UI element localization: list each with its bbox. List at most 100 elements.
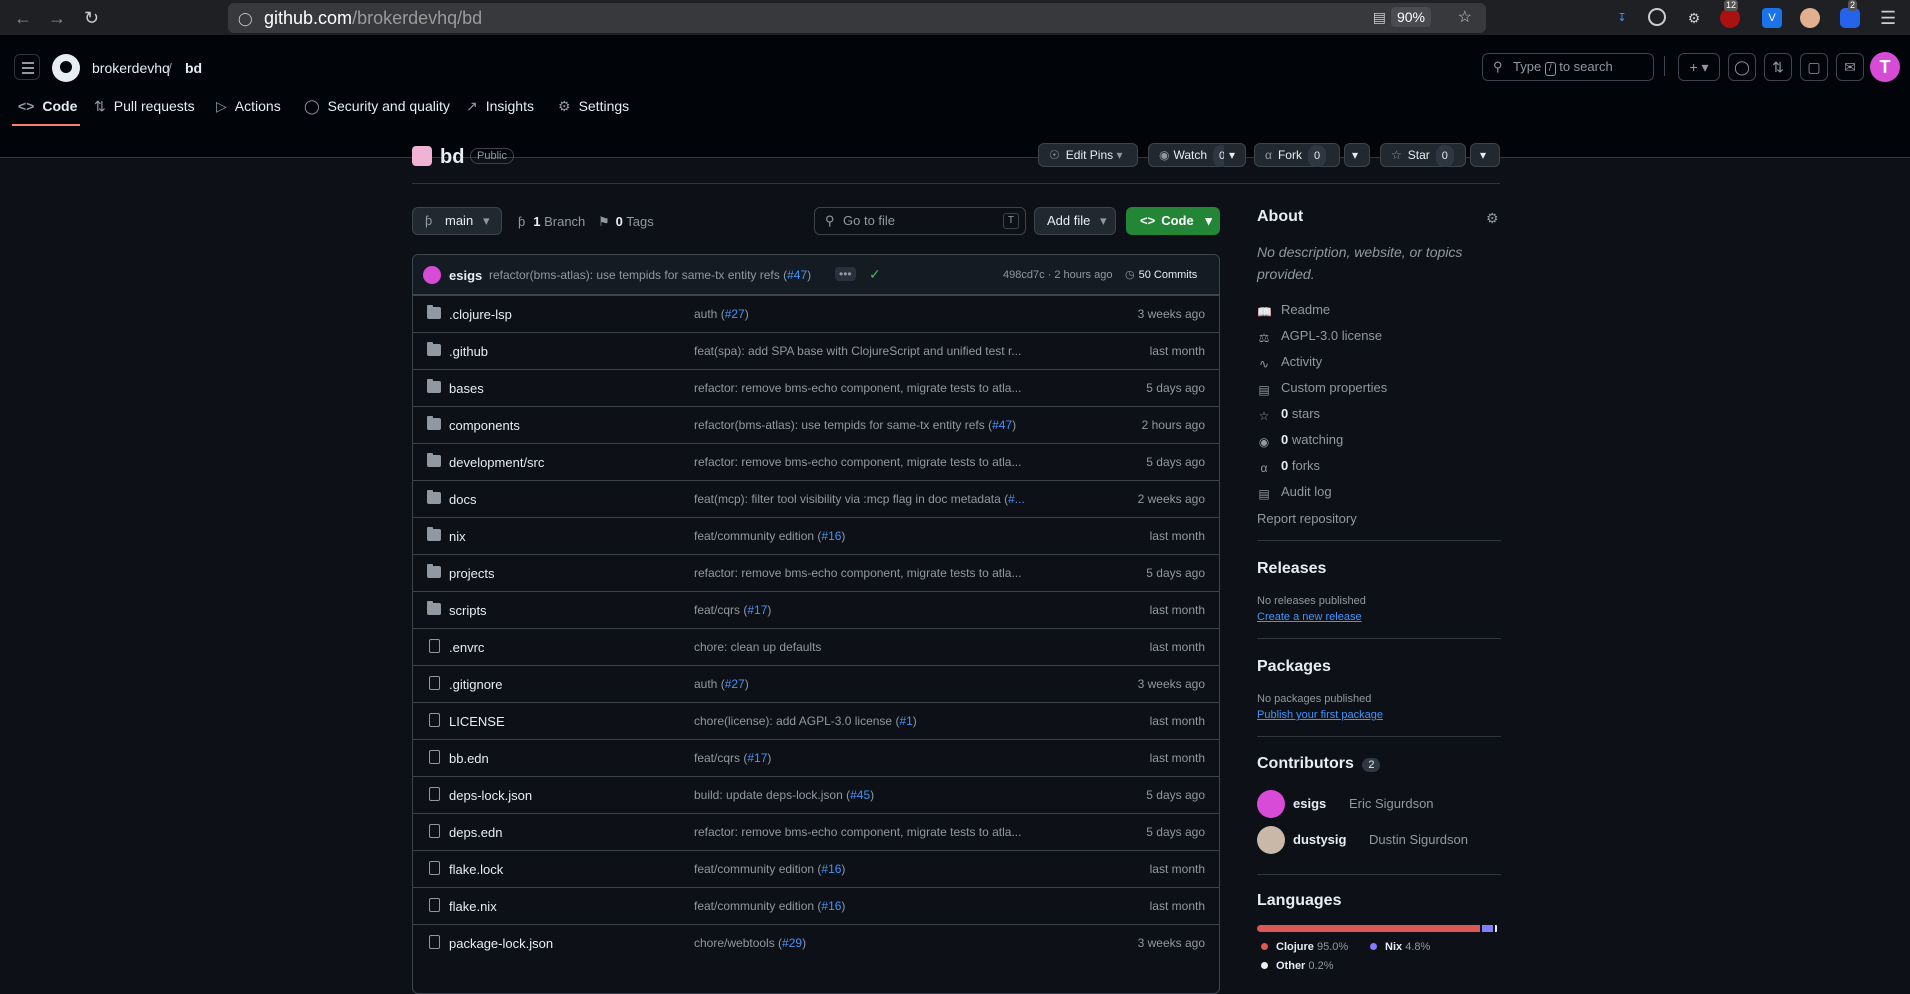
create-release-link[interactable]: Create a new release: [1257, 611, 1362, 623]
table-row[interactable]: docs feat(mcp): filter tool visibility vi…: [413, 480, 1219, 517]
commit-author[interactable]: esigs: [449, 268, 482, 283]
file-name[interactable]: docs: [449, 492, 476, 507]
bitwarden-icon[interactable]: 2: [1840, 0, 1860, 28]
table-row[interactable]: projects refactor: remove bms-echo compon…: [413, 554, 1219, 591]
tab-actions[interactable]: ▷ Actions: [216, 98, 281, 115]
table-row[interactable]: flake.lock feat/community edition (#16) la…: [413, 850, 1219, 887]
file-name[interactable]: deps-lock.json: [449, 788, 532, 803]
menu-icon[interactable]: ☰: [1880, 8, 1896, 29]
report-repository-link[interactable]: Report repository: [1257, 511, 1357, 526]
file-name[interactable]: bases: [449, 381, 484, 396]
packages-heading[interactable]: Packages: [1257, 658, 1331, 676]
reader-mode-icon[interactable]: ▤: [1373, 9, 1386, 26]
table-row[interactable]: nix feat/community edition (#16) last mont…: [413, 517, 1219, 554]
github-logo-icon[interactable]: [52, 54, 80, 82]
contributor-username[interactable]: dustysig: [1293, 832, 1346, 847]
commit-expand-button[interactable]: •••: [835, 267, 856, 281]
file-commit-message[interactable]: chore: clean up defaults: [694, 640, 1040, 654]
face-extension-icon[interactable]: [1800, 8, 1820, 28]
file-commit-message[interactable]: refactor: remove bms-echo component, mig…: [694, 825, 1040, 839]
language-clojure[interactable]: Clojure 95.0%: [1261, 941, 1348, 953]
table-row[interactable]: package-lock.json chore/webtools (#29) 3 w…: [413, 924, 1219, 961]
table-row[interactable]: flake.nix feat/community edition (#16) las…: [413, 887, 1219, 924]
table-row[interactable]: deps-lock.json build: update deps-lock.js…: [413, 776, 1219, 813]
repositories-icon[interactable]: ▢: [1800, 53, 1828, 81]
create-new-button[interactable]: + ▾: [1678, 53, 1720, 81]
tab-code[interactable]: <> Code: [18, 98, 77, 114]
language-other[interactable]: Other 0.2%: [1261, 960, 1333, 972]
tab-pull-requests[interactable]: ⇅ Pull requests: [94, 98, 195, 115]
file-name[interactable]: .clojure-lsp: [449, 307, 512, 322]
table-row[interactable]: .envrc chore: clean up defaults last month: [413, 628, 1219, 665]
pull-requests-icon[interactable]: ⇅: [1764, 53, 1792, 81]
language-nix[interactable]: Nix 4.8%: [1370, 941, 1430, 953]
fork-button[interactable]: α Fork 0: [1254, 143, 1340, 167]
table-row[interactable]: .github feat(spa): add SPA base with Cloj…: [413, 332, 1219, 369]
table-row[interactable]: .clojure-lsp auth (#27) 3 weeks ago: [413, 295, 1219, 332]
file-commit-message[interactable]: refactor: remove bms-echo component, mig…: [694, 566, 1040, 580]
bookmark-star-icon[interactable]: ☆: [1458, 7, 1472, 27]
file-commit-message[interactable]: feat/community edition (#16): [694, 899, 1040, 913]
file-commit-message[interactable]: feat(mcp): filter tool visibility via :m…: [694, 492, 1040, 506]
file-commit-message[interactable]: feat/community edition (#16): [694, 529, 1040, 543]
stars-link[interactable]: ☆ 0 stars: [1257, 406, 1320, 423]
table-row[interactable]: .gitignore auth (#27) 3 weeks ago: [413, 665, 1219, 702]
file-name[interactable]: flake.lock: [449, 862, 503, 877]
forward-icon[interactable]: →: [48, 8, 66, 29]
user-avatar[interactable]: T: [1870, 52, 1900, 82]
zoom-level[interactable]: 90%: [1390, 7, 1431, 27]
file-commit-message[interactable]: auth (#27): [694, 677, 1040, 691]
gear-icon[interactable]: ⚙: [1486, 210, 1499, 227]
file-name[interactable]: development/src: [449, 455, 544, 470]
check-icon[interactable]: ✓: [869, 266, 881, 283]
file-commit-message[interactable]: auth (#27): [694, 307, 1040, 321]
vimium-icon[interactable]: V: [1762, 8, 1782, 28]
commit-author-avatar[interactable]: [423, 266, 441, 284]
ublock-icon[interactable]: 12: [1720, 0, 1740, 28]
table-row[interactable]: bases refactor: remove bms-echo component…: [413, 369, 1219, 406]
table-row[interactable]: development/src refactor: remove bms-echo…: [413, 443, 1219, 480]
contributor-avatar[interactable]: [1257, 826, 1285, 854]
readme-link[interactable]: 📖 Readme: [1257, 302, 1330, 319]
file-commit-message[interactable]: feat/cqrs (#17): [694, 751, 1040, 765]
commit-message[interactable]: refactor(bms-atlas): use tempids for sam…: [489, 268, 811, 282]
commits-link[interactable]: ◷ 50 Commits: [1125, 268, 1197, 281]
branches-link[interactable]: ƥ1 Branch: [518, 214, 585, 229]
go-to-file-input[interactable]: ⚲ Go to file T: [814, 207, 1026, 235]
file-name[interactable]: components: [449, 418, 520, 433]
watching-link[interactable]: ◉ 0 watching: [1257, 432, 1343, 449]
file-name[interactable]: .github: [449, 344, 488, 359]
watch-dropdown-button[interactable]: ▾: [1224, 143, 1246, 167]
file-name[interactable]: flake.nix: [449, 899, 497, 914]
custom-properties-link[interactable]: ▤ Custom properties: [1257, 380, 1387, 397]
file-name[interactable]: scripts: [449, 603, 487, 618]
file-name[interactable]: LICENSE: [449, 714, 505, 729]
file-name[interactable]: projects: [449, 566, 495, 581]
back-icon[interactable]: ←: [14, 8, 32, 29]
repo-title[interactable]: bd: [440, 146, 464, 169]
address-bar[interactable]: ◯ github.com/brokerdevhq/bd ▤ 90% ☆: [228, 3, 1486, 33]
file-name[interactable]: nix: [449, 529, 466, 544]
edit-pins-button[interactable]: ☉ Edit Pins ▾: [1038, 143, 1138, 167]
tab-security[interactable]: ◯ Security and quality: [304, 98, 450, 115]
star-button[interactable]: ☆ Star 0: [1380, 143, 1466, 167]
breadcrumb-repo[interactable]: bd: [185, 60, 202, 76]
branch-selector[interactable]: ƥ main ▾: [412, 207, 502, 235]
search-input[interactable]: ⚲ Type / to search: [1482, 53, 1654, 81]
table-row[interactable]: LICENSE chore(license): add AGPL-3.0 lice…: [413, 702, 1219, 739]
file-name[interactable]: package-lock.json: [449, 936, 553, 951]
hamburger-menu-button[interactable]: [14, 54, 40, 80]
table-row[interactable]: bb.edn feat/cqrs (#17) last month: [413, 739, 1219, 776]
file-name[interactable]: deps.edn: [449, 825, 503, 840]
file-commit-message[interactable]: chore(license): add AGPL-3.0 license (#1…: [694, 714, 1040, 728]
activity-link[interactable]: ∿ Activity: [1257, 354, 1322, 371]
table-row[interactable]: scripts feat/cqrs (#17) last month: [413, 591, 1219, 628]
table-row[interactable]: components refactor(bms-atlas): use tempi…: [413, 406, 1219, 443]
tab-settings[interactable]: ⚙ Settings: [558, 98, 629, 115]
commit-hash[interactable]: 498cd7c · 2 hours ago: [1003, 269, 1112, 281]
file-commit-message[interactable]: feat/community edition (#16): [694, 862, 1040, 876]
issues-icon[interactable]: ◯: [1728, 53, 1756, 81]
file-name[interactable]: .envrc: [449, 640, 484, 655]
contributors-heading[interactable]: Contributors 2: [1257, 755, 1381, 773]
file-commit-message[interactable]: build: update deps-lock.json (#45): [694, 788, 1040, 802]
